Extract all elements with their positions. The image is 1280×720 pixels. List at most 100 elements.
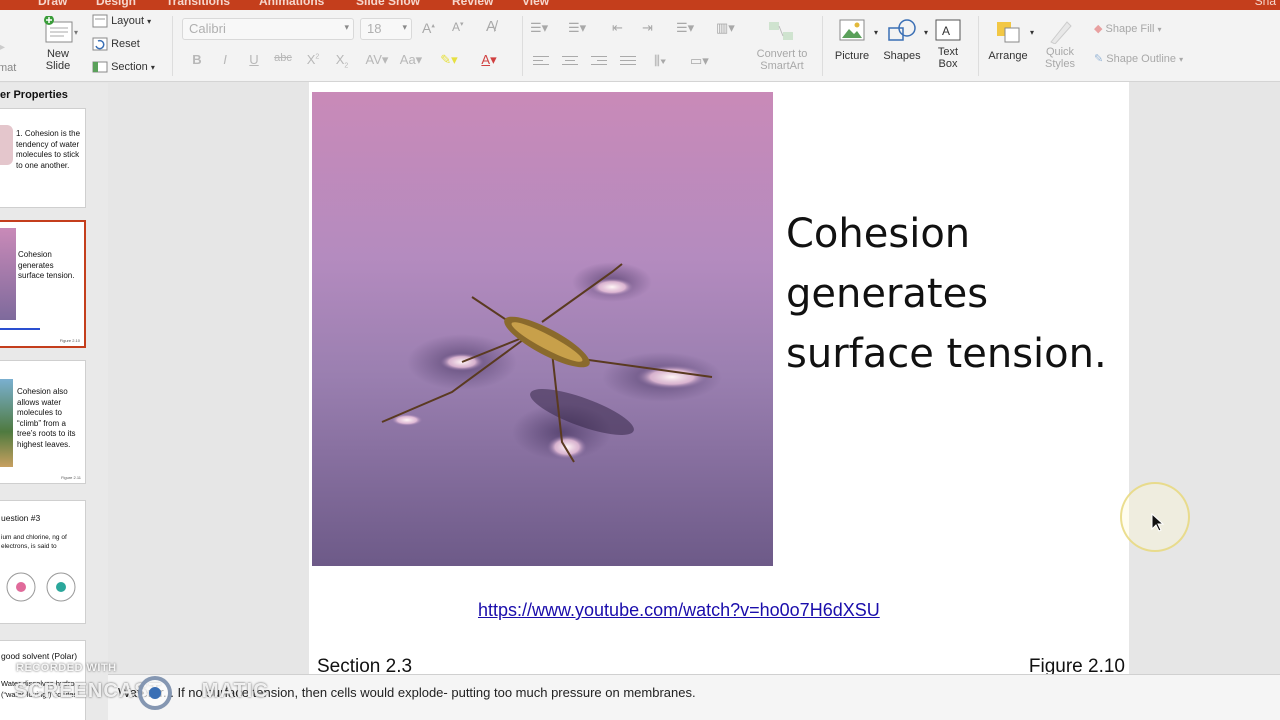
tab-draw[interactable]: Draw: [38, 0, 67, 8]
italic-icon[interactable]: I: [214, 52, 236, 72]
shape-fill-button[interactable]: ◆ Shape Fill ▾: [1094, 22, 1162, 35]
change-case-icon[interactable]: Aa▾: [396, 52, 426, 72]
convert-smartart-button[interactable]: Convert to SmartArt: [752, 20, 812, 72]
chevron-down-icon: ▾: [402, 22, 407, 32]
pencil-icon: ✎: [1094, 53, 1104, 65]
thumb-2-caption: Figure 2.10: [59, 338, 80, 343]
section-icon: [92, 61, 108, 73]
bold-icon[interactable]: B: [186, 52, 208, 72]
ribbon-toolbar: mat ▸ ▾ New Slide Layout ▾ Reset Section…: [0, 10, 1280, 82]
decrease-indent-icon[interactable]: ⇤: [612, 20, 623, 36]
text-box-icon: A: [935, 19, 961, 41]
font-name-combo[interactable]: Calibri ▾: [182, 18, 354, 40]
shapes-button[interactable]: ▾ Shapes: [880, 18, 928, 62]
font-color-icon[interactable]: A▾: [472, 52, 506, 72]
ribbon-tab-bar: Draw Design Transitions Animations Slide…: [0, 0, 1280, 10]
tab-design[interactable]: Design: [96, 0, 136, 8]
text-box-button[interactable]: A Text Box: [930, 18, 966, 70]
align-left-icon[interactable]: [533, 53, 553, 69]
arrange-button[interactable]: ▾ Arrange: [986, 18, 1034, 62]
quick-styles-button[interactable]: Quick Styles: [1038, 18, 1082, 70]
thumb-5-title: good solvent (Polar): [1, 651, 78, 661]
convert-smartart-label: Convert to SmartArt: [756, 48, 808, 72]
tab-slide-show[interactable]: Slide Show: [356, 0, 420, 8]
tab-review[interactable]: Review: [452, 0, 493, 8]
layout-icon: [92, 14, 108, 28]
notes-pane[interactable]: Water tr... If no surface tension, then …: [108, 674, 1280, 720]
slide-thumbnail-4[interactable]: uestion #3 ium and chlorine, ng of elect…: [0, 500, 86, 624]
thumb-1-text: 1. Cohesion is the tendency of water mol…: [16, 129, 81, 170]
text-box-label: Text Box: [937, 46, 959, 70]
water-strider-photo[interactable]: [312, 92, 773, 566]
shape-fill-label: Shape Fill: [1105, 23, 1155, 35]
watermark-matic-word: MATIC: [201, 680, 269, 702]
slide-thumbnail-pane[interactable]: er Properties 1. Cohesion is the tendenc…: [0, 83, 108, 720]
justify-icon[interactable]: [620, 53, 640, 69]
clear-formatting-icon[interactable]: A̸: [486, 18, 496, 35]
section-label: Section: [111, 60, 148, 73]
grow-font-icon[interactable]: A▴: [422, 20, 435, 36]
slide[interactable]: Cohesion generates surface tension. http…: [309, 82, 1129, 674]
shape-outline-button[interactable]: ✎ Shape Outline ▾: [1094, 52, 1183, 65]
tab-transitions[interactable]: Transitions: [166, 0, 230, 8]
reset-button[interactable]: Reset: [92, 37, 140, 51]
superscript-icon[interactable]: X2: [302, 52, 324, 72]
strikethrough-icon[interactable]: abc: [272, 52, 294, 72]
text-direction-icon[interactable]: ⫼▾: [654, 53, 666, 69]
quick-styles-icon: [1050, 21, 1072, 44]
font-name-value: Calibri: [189, 21, 226, 36]
section-button[interactable]: Section ▾: [92, 60, 155, 74]
figure-label-text[interactable]: Figure 2.10: [1029, 656, 1125, 674]
smartart-icon: [769, 22, 793, 40]
picture-label: Picture: [834, 50, 870, 62]
layout-button[interactable]: Layout ▾: [92, 14, 151, 28]
new-slide-button[interactable]: ▾ New Slide: [36, 16, 80, 80]
thumb-2-image: [0, 228, 16, 320]
thumb-4-atoms-diagram: [6, 572, 76, 602]
bullets-icon[interactable]: ☰▾: [530, 20, 548, 36]
slide-title[interactable]: Cohesion generates surface tension.: [786, 204, 1126, 384]
slide-thumbnail-3[interactable]: Cohesion also allows water molecules to …: [0, 360, 86, 484]
columns-icon[interactable]: ▥▾: [716, 20, 735, 36]
share-button[interactable]: Sha: [1255, 0, 1276, 8]
paint-bucket-icon: ◆: [1094, 23, 1103, 35]
tab-view[interactable]: View: [522, 0, 549, 8]
new-slide-icon: [44, 16, 73, 43]
numbering-icon[interactable]: ☰▾: [568, 20, 586, 36]
reset-label: Reset: [111, 37, 140, 50]
align-right-icon[interactable]: [591, 53, 611, 69]
thumb-1-image: [0, 125, 13, 165]
paste-partial-icon[interactable]: ▸: [0, 38, 5, 55]
thumb-1-title: er Properties: [0, 89, 68, 101]
format-label[interactable]: mat: [0, 62, 16, 74]
character-spacing-icon[interactable]: AV▾: [362, 52, 392, 72]
font-size-combo[interactable]: 18 ▾: [360, 18, 412, 40]
thumb-4-text: ium and chlorine, ng of electrons, is sa…: [1, 534, 67, 550]
layout-label: Layout: [111, 14, 145, 27]
underline-icon[interactable]: U: [243, 52, 265, 72]
font-size-value: 18: [367, 21, 382, 36]
reset-icon: [92, 37, 108, 51]
water-strider-image: [381, 262, 722, 463]
align-text-icon[interactable]: ▭▾: [690, 53, 709, 69]
arrange-icon: [997, 22, 1020, 43]
youtube-link[interactable]: https://www.youtube.com/watch?v=ho0o7H6d…: [478, 600, 880, 621]
slide-thumbnail-2[interactable]: Cohesion generates surface tension. Figu…: [0, 220, 86, 348]
subscript-icon[interactable]: X2: [331, 52, 353, 72]
align-center-icon[interactable]: [562, 53, 582, 69]
increase-indent-icon[interactable]: ⇥: [642, 20, 653, 36]
arrange-label: Arrange: [988, 50, 1028, 62]
thumb-2-text: Cohesion generates surface tension.: [18, 250, 75, 280]
line-spacing-icon[interactable]: ☰▾: [676, 20, 694, 36]
tab-animations[interactable]: Animations: [259, 0, 324, 8]
new-slide-label: New Slide: [45, 48, 71, 72]
shapes-label: Shapes: [883, 50, 921, 62]
shape-outline-label: Shape Outline: [1106, 53, 1176, 65]
highlight-icon[interactable]: ✎▾: [434, 52, 464, 72]
thumb-3-text: Cohesion also allows water molecules to …: [17, 387, 76, 449]
section-label-text[interactable]: Section 2.3: [317, 656, 412, 674]
slide-thumbnail-1[interactable]: 1. Cohesion is the tendency of water mol…: [0, 108, 86, 208]
picture-button[interactable]: ▾ Picture: [830, 18, 878, 62]
watermark-recorded-with: RECORDED WITH: [16, 662, 117, 674]
shrink-font-icon[interactable]: A▾: [452, 20, 464, 34]
